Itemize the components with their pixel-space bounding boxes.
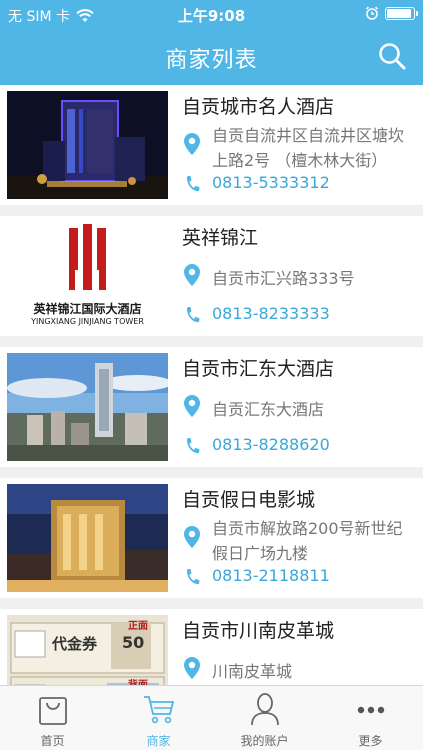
logo-text-en: YINGXIANG JINJIANG TOWER (31, 317, 144, 326)
tab-home-label: 首页 (40, 734, 65, 748)
bag-icon (39, 697, 67, 725)
merchant-phone[interactable]: 0813-2118811 (212, 566, 330, 585)
merchant-list-item[interactable]: 代金券 正面 50 背面 自贡市川南皮革城 川南皮革城 (0, 609, 423, 685)
merchant-name: 自贡市汇东大酒店 (182, 358, 335, 380)
more-icon (357, 706, 385, 714)
merchant-phone[interactable]: 0813-8288620 (212, 435, 330, 454)
phone-icon (186, 307, 200, 323)
merchant-address: 自贡市汇兴路333号 (212, 269, 355, 288)
status-right (365, 6, 418, 20)
phone-icon (186, 438, 200, 454)
merchant-address: 自贡自流井区自流井区塘坎上路2号 （檀木林大街） (212, 126, 405, 170)
search-icon[interactable] (377, 41, 407, 71)
merchant-name: 英祥锦江 (182, 227, 259, 249)
merchant-address: 川南皮革城 (212, 662, 293, 681)
merchant-list[interactable]: 自贡城市名人酒店 自贡自流井区自流井区塘坎上路2号 （檀木林大街） 0813-5… (0, 85, 423, 685)
voucher-amount: 50 (122, 633, 145, 652)
city-skyline-photo (7, 353, 168, 461)
cart-icon (144, 696, 175, 724)
location-pin-icon (184, 264, 200, 286)
tab-account[interactable]: 我的账户 (212, 686, 317, 750)
merchant-name: 自贡城市名人酒店 (182, 96, 335, 118)
battery-level (387, 8, 411, 18)
tab-merchants[interactable]: 商家 (106, 686, 211, 750)
tab-home[interactable]: 首页 (0, 686, 105, 750)
tab-account-label: 我的账户 (240, 734, 289, 748)
page-title: 商家列表 (165, 48, 258, 73)
hotel-night-photo (7, 91, 168, 199)
tab-bar: 首页 商家 我的账户 更多 (0, 685, 423, 750)
alarm-icon (365, 6, 379, 20)
merchant-list-item[interactable]: 英祥锦江国际大酒店 YINGXIANG JINJIANG TOWER 英祥锦江 … (0, 216, 423, 336)
voucher-back-label: 背面 (128, 676, 148, 685)
merchant-list-item[interactable]: 自贡市汇东大酒店 自贡汇东大酒店 0813-8288620 (0, 347, 423, 467)
phone-icon (186, 569, 200, 585)
location-pin-icon (184, 133, 200, 155)
voucher-title: 代金券 (52, 635, 98, 653)
tab-more[interactable]: 更多 (318, 686, 423, 750)
status-bar: 无 SIM 卡 上午9:08 (0, 0, 423, 29)
logo-text-cn: 英祥锦江国际大酒店 (33, 302, 142, 316)
voucher-tag: 正面 (128, 621, 148, 632)
merchant-name: 自贡假日电影城 (182, 489, 316, 511)
battery-icon (385, 6, 418, 20)
location-pin-icon (184, 657, 200, 679)
merchant-phone[interactable]: 0813-8233333 (212, 304, 330, 323)
location-pin-icon (184, 526, 200, 548)
merchant-list-item[interactable]: 自贡城市名人酒店 自贡自流井区自流井区塘坎上路2号 （檀木林大街） 0813-5… (0, 85, 423, 205)
phone-icon (186, 176, 200, 192)
merchant-list-item[interactable]: 自贡假日电影城 自贡市解放路200号新世纪假日广场九楼 0813-2118811 (0, 478, 423, 598)
tab-merchants-label: 商家 (146, 734, 171, 748)
location-pin-icon (184, 395, 200, 417)
building-night-photo (7, 484, 168, 592)
merchant-name: 自贡市川南皮革城 (182, 620, 335, 642)
nav-bar: 商家列表 (0, 29, 423, 85)
tab-more-label: 更多 (358, 734, 383, 748)
merchant-address: 自贡汇东大酒店 (212, 400, 325, 419)
person-icon (251, 693, 279, 726)
status-time: 上午9:08 (177, 7, 246, 25)
merchant-phone[interactable]: 0813-5333312 (212, 173, 330, 192)
merchant-address: 自贡市解放路200号新世纪假日广场九楼 (212, 519, 403, 563)
